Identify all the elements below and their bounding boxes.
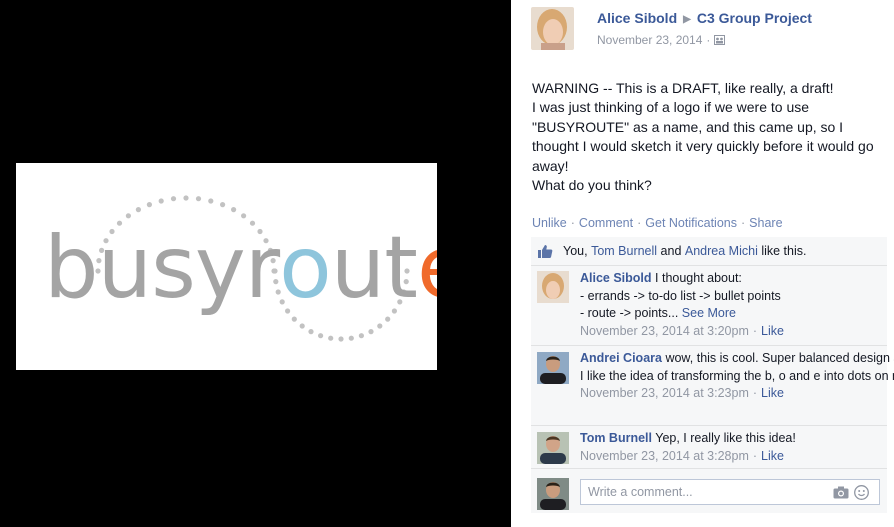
comment-item: Alice Sibold I thought about: - errands … (531, 266, 887, 346)
likes-summary: You, Tom Burnell and Andrea Michi like t… (531, 237, 887, 266)
route-dot (208, 198, 214, 204)
route-dot (183, 195, 189, 201)
group-privacy-icon[interactable] (714, 35, 726, 45)
likes-you: You, (563, 244, 588, 258)
busyroute-logo-photo[interactable]: busyroute (16, 163, 437, 370)
caret-right-icon: ▶ (683, 14, 691, 25)
logo-wordmark: busyroute (44, 218, 437, 318)
comment-text: Yep, I really like this idea! (655, 431, 796, 445)
post-actions: Unlike · Comment · Get Notifications · Share (532, 216, 783, 230)
post-line: What do you think? (532, 177, 652, 194)
comment-like-link[interactable]: Like (761, 449, 784, 463)
comment-link[interactable]: Comment (579, 216, 633, 230)
see-more-link[interactable]: See More (682, 306, 736, 320)
comment-like-link[interactable]: Like (761, 386, 784, 400)
post-message: WARNING -- This is a DRAFT, like really,… (532, 79, 887, 195)
likes-suffix: like this. (761, 244, 807, 258)
comment-text: - route -> points... (580, 306, 679, 320)
comment-like-link[interactable]: Like (761, 324, 784, 338)
viewer-avatar (537, 478, 569, 510)
logo-part-e: e (417, 218, 437, 318)
group-name-link[interactable]: C3 Group Project (697, 10, 812, 26)
route-dot (146, 202, 152, 208)
route-dot (308, 329, 314, 335)
commenter-name-link[interactable]: Andrei Cioara (580, 351, 662, 365)
likes-and: and (660, 244, 682, 258)
comment-timestamp[interactable]: November 23, 2014 at 3:28pm (580, 449, 749, 463)
liker-link[interactable]: Tom Burnell (591, 244, 657, 258)
get-notifications-link[interactable]: Get Notifications (645, 216, 737, 230)
comment-timestamp[interactable]: November 23, 2014 at 3:23pm (580, 386, 749, 400)
comment-item: Tom Burnell Yep, I really like this idea… (531, 426, 887, 469)
route-dot (135, 207, 141, 213)
comment-input[interactable]: Write a comment... (580, 479, 880, 505)
commenter-name-link[interactable]: Alice Sibold (580, 271, 652, 285)
comment-item: Andrei Cioara wow, this is cool. Super b… (531, 346, 894, 426)
post-header: Alice Sibold ▶ C3 Group Project November 2… (531, 7, 812, 50)
commenter-avatar[interactable] (537, 352, 569, 384)
logo-part-o: o (279, 218, 332, 318)
comment-input-placeholder: Write a comment... (588, 485, 693, 499)
route-dot (220, 202, 226, 208)
commenter-avatar[interactable] (537, 271, 569, 303)
commenter-avatar[interactable] (537, 432, 569, 464)
post-panel: Alice Sibold ▶ C3 Group Project November 2… (511, 0, 894, 527)
post-line: I was just thinking of a logo if we were… (532, 99, 874, 174)
route-dot (328, 335, 334, 341)
route-dot (299, 323, 305, 329)
photo-stage: busyroute (0, 0, 511, 527)
route-dot (377, 323, 383, 329)
comment-timestamp[interactable]: November 23, 2014 at 3:20pm (580, 324, 749, 338)
comment-text: I thought about: (655, 271, 742, 285)
author-avatar[interactable] (531, 7, 574, 50)
reply-row: Write a comment... (531, 469, 887, 513)
camera-icon[interactable] (833, 486, 849, 499)
separator-dot: · (706, 33, 711, 47)
share-link[interactable]: Share (749, 216, 782, 230)
emoji-icon[interactable] (854, 485, 869, 500)
route-dot (158, 198, 164, 204)
route-dot (348, 335, 354, 341)
liker-link[interactable]: Andrea Michi (685, 244, 758, 258)
author-name-link[interactable]: Alice Sibold (597, 10, 677, 26)
route-dot (318, 333, 324, 339)
post-date[interactable]: November 23, 2014 (597, 33, 702, 47)
unlike-link[interactable]: Unlike (532, 216, 567, 230)
route-dot (195, 196, 202, 202)
route-dot (368, 329, 374, 335)
route-dot (231, 207, 237, 213)
route-dot (170, 196, 177, 202)
logo-part-busyr: busyr (44, 218, 280, 318)
post-line: WARNING -- This is a DRAFT, like really,… (532, 80, 834, 96)
route-dot (358, 333, 364, 339)
thumbs-up-icon (538, 244, 553, 258)
route-dot (338, 336, 344, 342)
commenter-name-link[interactable]: Tom Burnell (580, 431, 652, 445)
comment-text: - errands -> to-do list -> bullet points (580, 288, 781, 303)
logo-part-ut: ut (330, 218, 418, 318)
feedback-box: You, Tom Burnell and Andrea Michi like t… (531, 237, 894, 513)
